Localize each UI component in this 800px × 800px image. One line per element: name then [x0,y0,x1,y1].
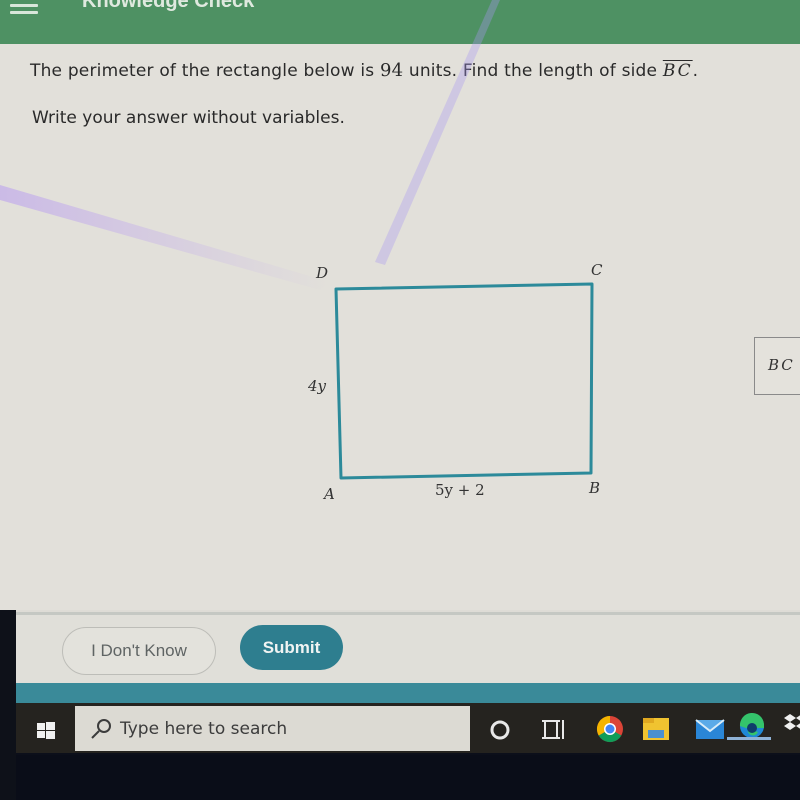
monitor-bezel [0,755,800,800]
submit-button[interactable]: Submit [240,625,343,670]
vertex-label-c: C [591,261,603,279]
answer-label: BC [768,356,795,374]
search-icon [91,719,111,739]
file-explorer-button[interactable] [634,706,678,750]
start-button[interactable] [16,703,72,753]
rectangle-abcd [334,282,594,480]
task-view-button[interactable] [532,706,576,750]
edge-icon [739,712,764,738]
dropbox-button[interactable] [776,706,800,750]
cortana-icon [490,720,510,740]
side-ad-label: 4y [308,377,327,395]
vertex-label-a: A [324,485,335,503]
vertex-label-b: B [589,479,601,497]
edge-active-indicator [727,737,771,740]
mail-button[interactable] [688,706,732,750]
answer-input-box[interactable]: BC [754,337,800,395]
windows-start-icon [37,722,55,739]
edge-button[interactable] [730,706,774,750]
chrome-icon [596,715,623,743]
side-ab-label: 5y + 2 [435,481,485,499]
dont-know-button[interactable]: I Don't Know [62,627,216,675]
browser-screen: Knowledge Check The perimeter of the rec… [0,0,800,710]
taskbar-search-input[interactable]: Type here to search [75,706,470,751]
chrome-button[interactable] [588,706,632,750]
cortana-button[interactable] [478,706,522,750]
monitor-bezel-left [0,610,16,800]
mail-icon [695,719,725,739]
file-explorer-icon [643,718,669,740]
task-view-icon [542,720,564,739]
search-placeholder: Type here to search [120,719,288,739]
vertex-label-d: D [316,264,329,282]
rectangle-figure [334,282,594,480]
dropbox-icon [784,714,800,730]
